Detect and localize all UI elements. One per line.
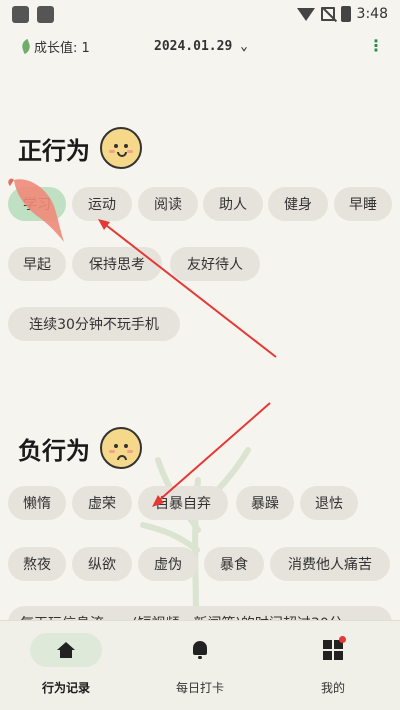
chip-positive[interactable]: 运动 [72, 187, 132, 221]
chip-positive[interactable]: 健身 [268, 187, 328, 221]
chevron-down-icon: ⌄ [240, 38, 248, 54]
notification-icons [12, 5, 54, 23]
nav-label: 行为记录 [41, 681, 90, 695]
leaf-icon [20, 38, 32, 54]
chip-negative[interactable]: 懒惰 [8, 486, 66, 520]
notification-icon [37, 5, 54, 23]
grid-icon [323, 636, 346, 660]
chip-positive[interactable]: 保持思考 [72, 247, 162, 281]
no-signal-icon [320, 7, 335, 21]
home-icon [57, 642, 75, 658]
date-picker[interactable]: 2024.01.29 ⌄ [154, 39, 248, 54]
chip-negative[interactable]: 自暴自弃 [138, 486, 228, 520]
nav-item-behavior-record[interactable]: 行为记录 [16, 633, 116, 696]
nav-label: 每日打卡 [175, 681, 224, 695]
header-row: 成长值: 1 2024.01.29 ⌄ ⋮ [0, 36, 400, 56]
chip-negative[interactable]: 退怯 [300, 486, 358, 520]
bell-icon [192, 641, 208, 659]
negative-section-title: 负行为 [18, 427, 142, 469]
chip-positive[interactable]: 助人 [203, 187, 263, 221]
notification-icon [12, 5, 29, 23]
status-bar: 3:48 [0, 0, 400, 28]
chip-negative[interactable]: 暴食 [204, 547, 264, 581]
growth-label: 成长值: 1 [34, 40, 90, 56]
negative-title: 负行为 [18, 436, 90, 465]
chip-negative[interactable]: 消费他人痛苦 [270, 547, 390, 581]
tree-illustration [140, 447, 251, 620]
date-label: 2024.01.29 [154, 38, 233, 54]
chip-negative[interactable]: 虚荣 [72, 486, 132, 520]
chip-positive[interactable]: 早睡 [334, 187, 392, 221]
positive-section-title: 正行为 [18, 127, 142, 169]
clock: 3:48 [356, 6, 388, 22]
bottom-nav: 行为记录 每日打卡 我的 [0, 620, 400, 710]
chip-negative[interactable]: 熬夜 [8, 547, 66, 581]
chip-negative[interactable]: 纵欲 [72, 547, 132, 581]
nav-item-mine[interactable]: 我的 [283, 633, 383, 696]
more-icon[interactable]: ⋮ [368, 38, 384, 54]
nav-pill[interactable] [164, 633, 236, 667]
chip-negative[interactable]: 暴躁 [236, 486, 294, 520]
sad-face-icon [100, 427, 142, 469]
chip-positive[interactable]: 连续30分钟不玩手机 [8, 307, 180, 341]
chip-positive[interactable]: 学习 [8, 187, 66, 221]
chip-positive[interactable]: 友好待人 [170, 247, 260, 281]
nav-item-daily-checkin[interactable]: 每日打卡 [150, 633, 250, 696]
chip-negative[interactable]: 虚伪 [138, 547, 198, 581]
nav-pill[interactable] [297, 633, 369, 667]
chip-positive[interactable]: 早起 [8, 247, 66, 281]
growth-value: 成长值: 1 [20, 37, 90, 56]
wifi-icon [296, 7, 315, 21]
battery-icon [340, 6, 351, 22]
chip-positive[interactable]: 阅读 [138, 187, 198, 221]
nav-label: 我的 [320, 681, 345, 695]
positive-title: 正行为 [18, 136, 90, 165]
system-status: 3:48 [296, 6, 388, 22]
notification-dot-icon [339, 636, 346, 643]
smile-face-icon [100, 127, 142, 169]
nav-pill[interactable] [30, 633, 102, 667]
